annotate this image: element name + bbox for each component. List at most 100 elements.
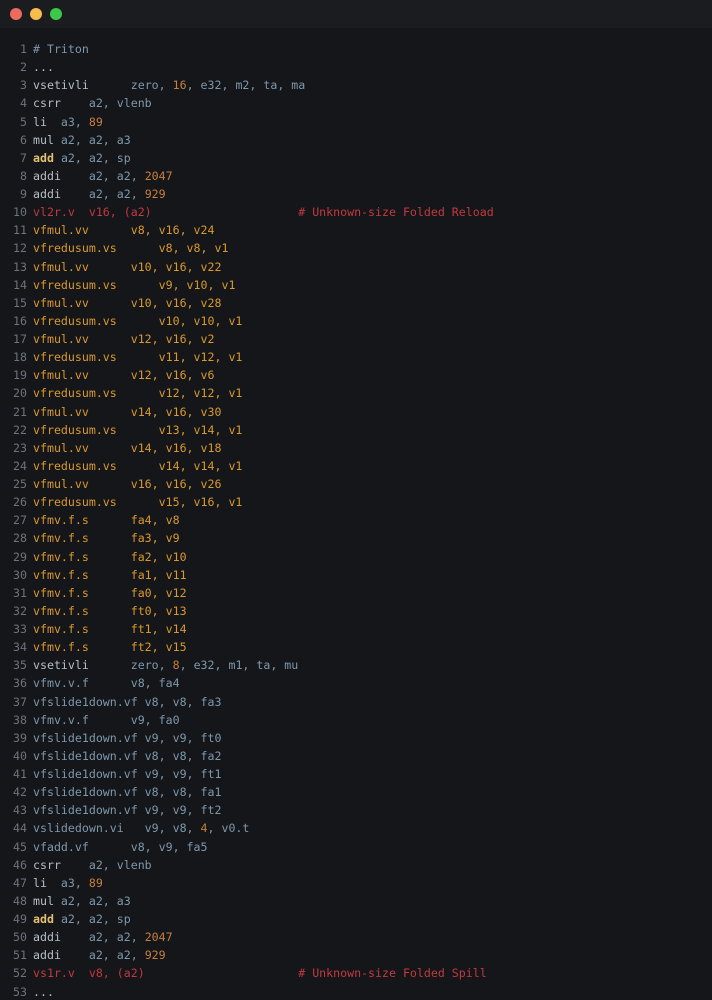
code-line: 39 vfslide1down.vf v9, v9, ft0: [0, 729, 712, 747]
code-text: vfmul.vv v14, v16, v30: [33, 404, 222, 419]
code-text: add a2, a2, sp: [33, 150, 131, 165]
code-line: 6 mul a2, a2, a3: [0, 131, 712, 149]
code-line: 12 vfredusum.vs v8, v8, v1: [0, 239, 712, 257]
code-line: 40 vfslide1down.vf v8, v8, fa2: [0, 747, 712, 765]
code-line: 47 li a3, 89: [0, 874, 712, 892]
line-number: 46: [13, 857, 27, 872]
code-text: addi a2, a2, 929: [33, 187, 166, 201]
line-number: 49: [13, 912, 27, 926]
line-number: 42: [13, 785, 27, 800]
line-number: 43: [13, 803, 27, 818]
code-text: vfslide1down.vf v8, v8, fa2: [33, 748, 222, 763]
line-number: 21: [13, 404, 27, 419]
code-line: 48 mul a2, a2, a3: [0, 892, 712, 910]
code-text: vfmv.v.f v8, fa4: [33, 676, 180, 691]
code-area: 1 # Triton 2... 3 vsetivli zero, 16, e32, m2…: [0, 28, 712, 1000]
line-number: 24: [13, 458, 27, 473]
code-text: addi a2, a2, 2047: [33, 168, 173, 183]
code-text: vfredusum.vs v9, v10, v1: [33, 277, 236, 292]
code-text: vfmv.f.s fa1, v11: [33, 567, 187, 582]
code-line: 49 add a2, a2, sp: [0, 910, 712, 928]
code-text: vfredusum.vs v11, v12, v1: [33, 350, 243, 365]
code-line: 7 add a2, a2, sp: [0, 149, 712, 167]
code-line: 34 vfmv.f.s ft2, v15: [0, 638, 712, 656]
line-number: 17: [13, 332, 27, 346]
code-text: vfmul.vv v10, v16, v28: [33, 295, 222, 310]
code-text: li a3, 89: [33, 114, 103, 129]
code-line: 21 vfmul.vv v14, v16, v30: [0, 403, 712, 421]
close-button[interactable]: [10, 8, 22, 20]
line-number: 1: [20, 42, 27, 56]
code-line: 15 vfmul.vv v10, v16, v28: [0, 294, 712, 312]
code-text: vfadd.vf v8, v9, fa5: [33, 839, 208, 854]
code-text: vslidedown.vi v9, v8, 4, v0.t: [33, 821, 250, 836]
code-text: vl2r.v v16, (a2) # Unknown-size Folded R…: [33, 205, 494, 220]
code-text: vfslide1down.vf v9, v9, ft1: [33, 767, 222, 781]
code-line: 45 vfadd.vf v8, v9, fa5: [0, 838, 712, 856]
code-line: 36 vfmv.v.f v8, fa4: [0, 674, 712, 692]
line-number: 33: [13, 622, 27, 636]
code-text: vfredusum.vs v13, v14, v1: [33, 422, 243, 437]
code-text: vsetivli zero, 8, e32, m1, ta, mu: [33, 658, 299, 673]
code-text: vfmul.vv v14, v16, v18: [33, 440, 222, 455]
code-text: vfmv.f.s fa4, v8: [33, 513, 180, 528]
line-number: 26: [13, 495, 27, 510]
line-number: 18: [13, 350, 27, 365]
code-line: 18 vfredusum.vs v11, v12, v1: [0, 348, 712, 366]
code-line: 26 vfredusum.vs v15, v16, v1: [0, 493, 712, 511]
line-number: 19: [13, 368, 27, 383]
line-number: 31: [13, 585, 27, 600]
code-line: 25 vfmul.vv v16, v16, v26: [0, 475, 712, 493]
minimize-button[interactable]: [30, 8, 42, 20]
code-text: vfredusum.vs v14, v14, v1: [33, 458, 243, 473]
code-line: 29 vfmv.f.s fa2, v10: [0, 548, 712, 566]
code-line: 37 vfslide1down.vf v8, v8, fa3: [0, 693, 712, 711]
line-number: 40: [13, 748, 27, 763]
code-line: 1 # Triton: [0, 40, 712, 58]
code-text: vfredusum.vs v15, v16, v1: [33, 495, 243, 510]
code-text: mul a2, a2, a3: [33, 893, 131, 908]
code-line: 23 vfmul.vv v14, v16, v18: [0, 439, 712, 457]
code-line: 27 vfmv.f.s fa4, v8: [0, 511, 712, 529]
code-line: 30 vfmv.f.s fa1, v11: [0, 566, 712, 584]
line-number: 30: [13, 567, 27, 582]
zoom-button[interactable]: [50, 8, 62, 20]
code-line: 51 addi a2, a2, 929: [0, 946, 712, 964]
code-text: ...: [33, 60, 54, 75]
code-line: 17 vfmul.vv v12, v16, v2: [0, 330, 712, 348]
code-line: 31 vfmv.f.s fa0, v12: [0, 584, 712, 602]
line-number: 14: [13, 277, 27, 292]
line-number: 15: [13, 295, 27, 310]
code-text: vs1r.v v8, (a2) # Unknown-size Folded Sp…: [33, 966, 487, 981]
code-line: 20 vfredusum.vs v12, v12, v1: [0, 384, 712, 402]
code-line: 2...: [0, 58, 712, 76]
code-text: addi a2, a2, 2047: [33, 930, 173, 945]
code-text: vsetivli zero, 16, e32, m2, ta, ma: [33, 78, 306, 93]
code-text: csrr a2, vlenb: [33, 96, 152, 111]
code-line: 8 addi a2, a2, 2047: [0, 167, 712, 185]
code-text: vfredusum.vs v10, v10, v1: [33, 313, 243, 328]
code-text: vfmv.v.f v9, fa0: [33, 712, 180, 727]
code-line: 33 vfmv.f.s ft1, v14: [0, 620, 712, 638]
code-line: 14 vfredusum.vs v9, v10, v1: [0, 276, 712, 294]
line-number: 23: [13, 440, 27, 455]
line-number: 50: [13, 930, 27, 945]
code-text: add a2, a2, sp: [33, 912, 131, 926]
line-number: 38: [13, 712, 27, 727]
code-line: 42 vfslide1down.vf v8, v8, fa1: [0, 783, 712, 801]
line-number: 28: [13, 531, 27, 546]
line-number: 41: [13, 767, 27, 781]
code-line: 43 vfslide1down.vf v9, v9, ft2: [0, 801, 712, 819]
line-number: 37: [13, 694, 27, 709]
code-line: 50 addi a2, a2, 2047: [0, 928, 712, 946]
code-text: addi a2, a2, 929: [33, 948, 166, 963]
code-line: 28 vfmv.f.s fa3, v9: [0, 529, 712, 547]
code-line: 46 csrr a2, vlenb: [0, 856, 712, 874]
code-line: 19 vfmul.vv v12, v16, v6: [0, 366, 712, 384]
code-text: vfmul.vv v10, v16, v22: [33, 259, 222, 274]
code-text: vfmul.vv v16, v16, v26: [33, 477, 222, 491]
code-line: 41 vfslide1down.vf v9, v9, ft1: [0, 765, 712, 783]
line-number: 11: [13, 223, 27, 238]
line-number: 45: [13, 839, 27, 854]
code-text: vfmv.f.s fa2, v10: [33, 549, 187, 564]
